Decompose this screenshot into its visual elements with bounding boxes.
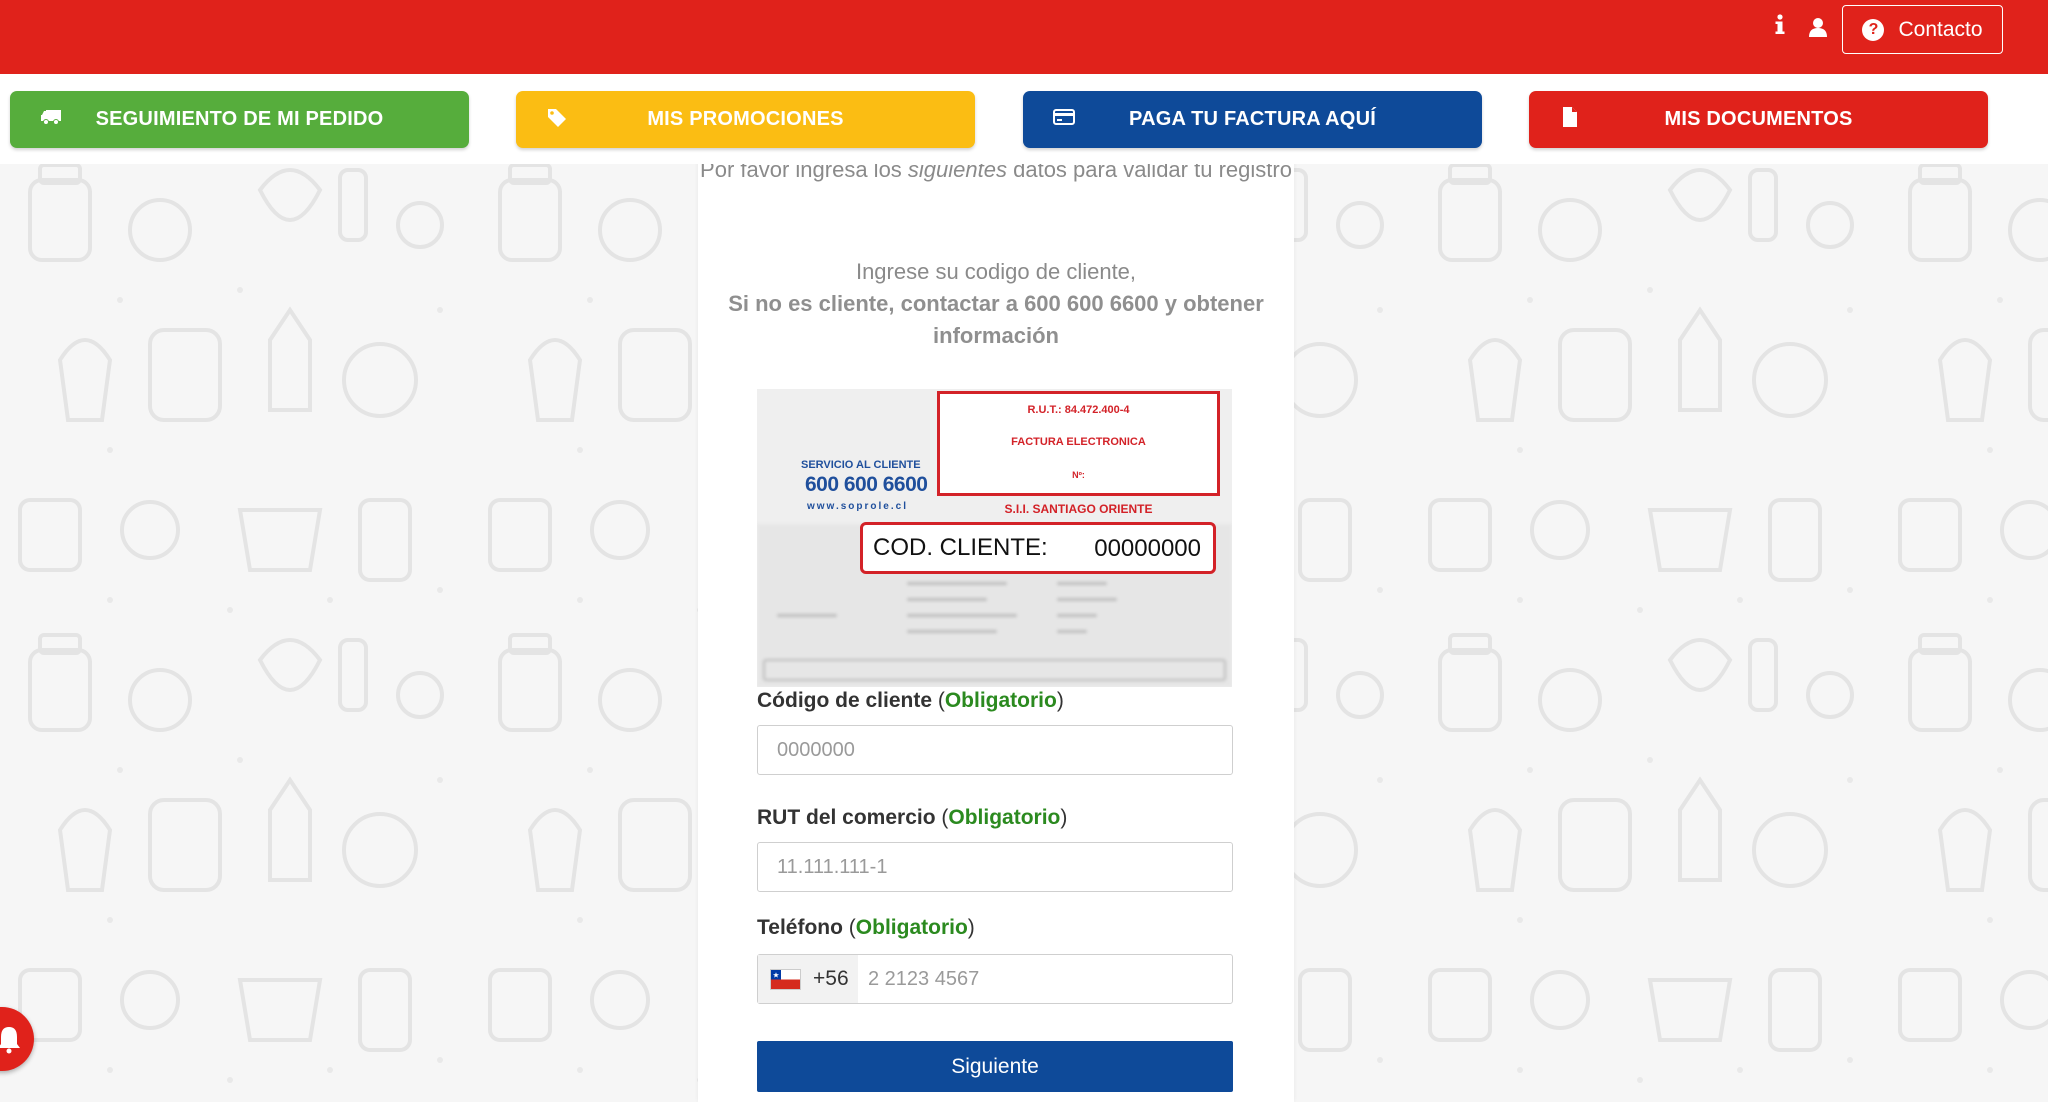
question-circle-icon: ?: [1862, 18, 1885, 41]
nav-pay-invoice-button[interactable]: PAGA TU FACTURA AQUÍ: [1023, 91, 1482, 148]
invoice-doc-type: FACTURA ELECTRONICA: [1011, 436, 1146, 448]
nav-documents-button[interactable]: MIS DOCUMENTOS: [1529, 91, 1988, 148]
top-header: ? Contacto: [0, 0, 2048, 74]
rut-input[interactable]: 11.111.111-1: [757, 842, 1233, 892]
invoice-cod-value: 00000000: [1094, 535, 1201, 562]
document-icon: [1563, 107, 1577, 127]
client-code-placeholder: 0000000: [777, 738, 855, 761]
nav-order-tracking-label: SEGUIMIENTO DE MI PEDIDO: [95, 108, 384, 130]
rut-placeholder: 11.111.111-1: [777, 855, 888, 878]
nav-promotions-button[interactable]: MIS PROMOCIONES: [516, 91, 975, 148]
user-icon[interactable]: [1808, 17, 1828, 43]
invoice-rut-box: R.U.T.: 84.472.400-4 FACTURA ELECTRONICA…: [937, 391, 1220, 496]
invoice-service-phone: 600 600 6600: [805, 473, 928, 496]
country-code-select[interactable]: +56: [758, 955, 858, 1003]
phone-placeholder: 2 2123 4567: [868, 967, 980, 990]
invoice-client-code-box: COD. CLIENTE: 00000000: [860, 522, 1216, 574]
phone-input[interactable]: 2 2123 4567: [858, 955, 1232, 1003]
next-button[interactable]: Siguiente: [757, 1041, 1233, 1092]
rut-label: RUT del comercio (Obligatorio): [757, 806, 1068, 829]
nav-order-tracking-button[interactable]: SEGUIMIENTO DE MI PEDIDO: [10, 91, 469, 148]
invoice-example-image: R.U.T.: 84.472.400-4 FACTURA ELECTRONICA…: [757, 389, 1232, 687]
truck-icon: [41, 110, 61, 125]
contact-button[interactable]: ? Contacto: [1842, 5, 2003, 54]
contact-label: Contacto: [1898, 17, 1983, 41]
client-code-label: Código de cliente (Obligatorio): [757, 689, 1064, 712]
client-code-input[interactable]: 0000000: [757, 725, 1233, 775]
invoice-website: www.soprole.cl: [807, 501, 908, 512]
chile-flag-icon: [770, 968, 801, 990]
nav-bar: SEGUIMIENTO DE MI PEDIDO MIS PROMOCIONES…: [0, 74, 2048, 164]
phone-label: Teléfono (Obligatorio): [757, 916, 975, 939]
invoice-sii: S.I.I. SANTIAGO ORIENTE: [1004, 502, 1153, 516]
non-client-contact-info: Si no es cliente, contactar a 600 600 66…: [728, 291, 1264, 348]
invoice-rut: R.U.T.: 84.472.400-4: [1027, 404, 1130, 416]
invoice-number-label: Nº:: [1072, 470, 1085, 480]
info-icon[interactable]: [1774, 14, 1786, 42]
bell-icon: [0, 1027, 20, 1054]
invoice-service-label: SERVICIO AL CLIENTE: [801, 459, 921, 471]
tag-icon: [548, 109, 566, 127]
credit-card-icon: [1053, 109, 1075, 125]
nav-promotions-label: MIS PROMOCIONES: [647, 108, 844, 130]
next-button-label: Siguiente: [951, 1054, 1039, 1078]
nav-documents-label: MIS DOCUMENTOS: [1664, 108, 1853, 130]
phone-input-group: +56 2 2123 4567: [757, 954, 1233, 1004]
nav-pay-invoice-label: PAGA TU FACTURA AQUÍ: [1129, 108, 1376, 130]
invoice-cod-label: COD. CLIENTE:: [873, 534, 1048, 561]
client-code-instruction: Ingrese su codigo de cliente,: [855, 259, 1137, 284]
registration-card: Por favor ingresa los siguientes datos p…: [698, 150, 1294, 1102]
country-code-value: +56: [813, 967, 849, 990]
